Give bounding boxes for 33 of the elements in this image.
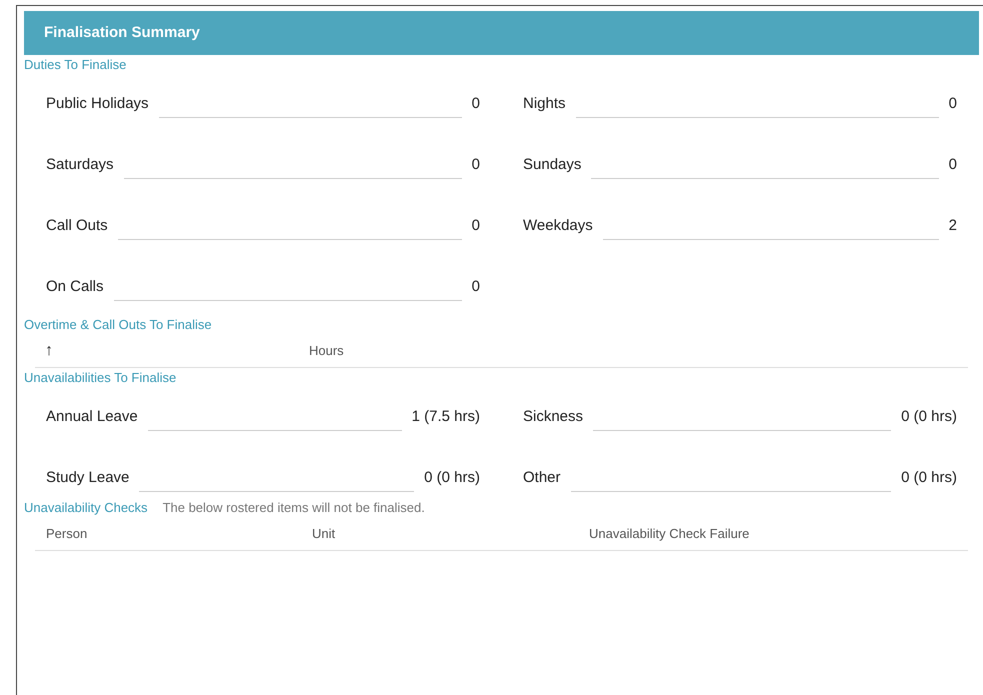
field-label: Call Outs (46, 216, 108, 236)
field-value: 0 (472, 216, 480, 236)
column-header: Person (45, 524, 88, 543)
field-value: 0 (472, 155, 480, 175)
section-heading: Unavailabilities To Finalise (24, 369, 178, 387)
field-label: Annual Leave (46, 407, 138, 427)
column-header: Unavailability Check Failure (589, 524, 750, 543)
field-value: 2 (948, 216, 957, 236)
field-label: Sundays (523, 155, 582, 175)
section-heading: Overtime & Call Outs To Finalise (24, 316, 213, 334)
field-label: Sickness (523, 407, 584, 427)
field-value: 0 (0 hrs) (901, 407, 957, 427)
section-heading: Duties To Finalise (24, 56, 128, 74)
section-note: The below rostered items will not be finalised. (162, 498, 425, 516)
field-value: 0 (0 hrs) (901, 468, 957, 488)
field-value: 0 (0 hrs) (424, 468, 480, 488)
field-label: Weekdays (523, 216, 593, 236)
field-label: Nights (523, 94, 566, 114)
field-label: Study Leave (46, 468, 130, 488)
field-value: 0 (948, 155, 957, 175)
field-label: On Calls (46, 277, 104, 297)
field-value: 0 (472, 277, 480, 297)
column-header: Unit (312, 524, 336, 543)
section-heading: Unavailability Checks (24, 498, 148, 517)
sort-arrow-icon: ↑ (35, 338, 309, 362)
field-label: Other (523, 468, 561, 488)
field-value: 1 (7.5 hrs) (412, 407, 480, 427)
field-label: Saturdays (46, 155, 114, 175)
column-header: Hours (309, 342, 344, 360)
field-value: 0 (948, 94, 957, 114)
field-value: 0 (472, 94, 480, 114)
panel-title: Finalisation Summary (44, 22, 200, 43)
field-label: Public Holidays (46, 94, 149, 114)
